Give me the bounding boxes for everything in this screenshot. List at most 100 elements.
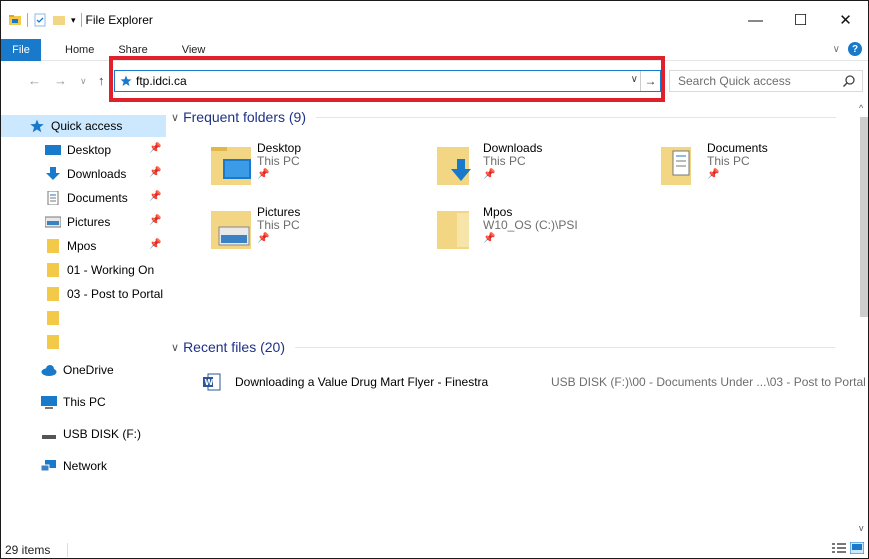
sidebar-item-label: Desktop [67, 143, 112, 157]
sidebar-item-label: Mpos [67, 239, 97, 253]
maximize-button[interactable]: ☐ [778, 1, 823, 39]
ribbon-right-controls: ∨ ? [833, 42, 862, 56]
sidebar-item-label: Quick access [51, 119, 123, 133]
folder-name: Documents [707, 141, 768, 155]
sidebar-item-quick-access[interactable]: Quick access [1, 115, 166, 137]
scroll-down-arrow-icon[interactable]: v [859, 523, 864, 533]
expand-ribbon-chevron-icon[interactable]: ∨ [833, 44, 840, 55]
sidebar-item-pictures[interactable]: Pictures 📌 [1, 211, 166, 233]
help-icon[interactable]: ? [848, 42, 862, 56]
back-arrow-icon[interactable]: ← [28, 73, 41, 88]
recent-files-header[interactable]: ∨ Recent files (20) [171, 339, 835, 355]
sidebar-item-mpos[interactable]: Mpos 📌 [1, 235, 166, 257]
folder-location: W10_OS (C:)\PSI [483, 218, 578, 232]
pin-icon[interactable]: 📌 [483, 233, 495, 244]
folder-location: This PC [707, 154, 750, 168]
folder-location: This PC [483, 154, 526, 168]
folder-name: Mpos [483, 205, 513, 219]
frequent-folders-header[interactable]: ∨ Frequent folders (9) [171, 109, 837, 125]
scroll-up-arrow-icon[interactable]: ^ [859, 103, 863, 113]
properties-icon[interactable] [33, 13, 47, 27]
sidebar-item-post-to-portal[interactable]: 03 - Post to Portal [1, 283, 166, 305]
pin-icon[interactable]: 📌 [257, 169, 269, 180]
folder-location: This PC [257, 218, 300, 232]
pictures-folder-icon [211, 211, 251, 249]
pin-icon[interactable]: 📌 [149, 191, 161, 202]
sidebar-item-network[interactable]: Network [1, 455, 166, 477]
tab-file[interactable]: File [1, 38, 41, 61]
search-input[interactable]: Search Quick access [669, 70, 863, 92]
forward-arrow-icon[interactable]: → [54, 73, 67, 88]
section-title: Frequent folders (9) [183, 109, 307, 125]
folder-tile-downloads[interactable]: Downloads This PC 📌 [435, 141, 645, 197]
download-icon [46, 167, 60, 180]
cloud-icon [41, 365, 57, 376]
tab-share[interactable]: Share [108, 44, 161, 56]
recent-locations-chevron-icon[interactable]: ∨ [80, 76, 87, 87]
vertical-scrollbar[interactable]: ^ v [858, 101, 868, 535]
customize-toolbar-dropdown-icon[interactable]: ▾ [71, 15, 76, 26]
computer-icon [41, 396, 57, 409]
pin-icon[interactable]: 📌 [257, 233, 269, 244]
pin-icon[interactable]: 📌 [707, 169, 719, 180]
divider [27, 13, 28, 27]
sidebar-item-working-on[interactable]: 01 - Working On [1, 259, 166, 281]
sidebar-item-label: Downloads [67, 167, 127, 181]
folder-location: This PC [257, 154, 300, 168]
folder-tile-mpos[interactable]: Mpos W10_OS (C:)\PSI 📌 [435, 205, 645, 261]
pin-icon[interactable]: 📌 [149, 215, 161, 226]
close-button[interactable]: ✕ [823, 1, 868, 39]
sidebar-item-label: 03 - Post to Portal [67, 287, 164, 301]
folder-name: Pictures [257, 205, 301, 219]
sidebar-item-this-pc[interactable]: This PC [1, 391, 166, 413]
new-folder-icon[interactable] [52, 13, 66, 27]
window-controls: — ☐ ✕ [733, 1, 868, 39]
network-icon [41, 460, 56, 472]
scrollbar-thumb[interactable] [860, 117, 868, 317]
content-pane: ∨ Frequent folders (9) Desktop This PC 📌… [171, 105, 866, 535]
sidebar-item-usb-disk[interactable]: USB DISK (F:) [1, 423, 166, 445]
section-title: Recent files (20) [183, 339, 285, 355]
status-bar: 29 items [1, 540, 868, 559]
tab-home[interactable]: Home [41, 44, 108, 56]
sidebar-item-unnamed-folder[interactable] [1, 331, 166, 353]
documents-folder-icon [661, 147, 691, 185]
folder-tile-desktop[interactable]: Desktop This PC 📌 [209, 141, 419, 197]
folder-icon [47, 239, 59, 253]
folder-name: Desktop [257, 141, 302, 155]
sidebar-item-unnamed-folder[interactable] [1, 307, 166, 329]
pin-icon[interactable]: 📌 [149, 239, 161, 250]
tab-view[interactable]: View [162, 44, 220, 56]
recent-file-path: USB DISK (F:)\00 - Documents Under ...\0… [551, 375, 866, 389]
sidebar-item-downloads[interactable]: Downloads 📌 [1, 163, 166, 185]
sidebar-item-label: OneDrive [63, 363, 114, 377]
folder-name: Downloads [483, 141, 543, 155]
title-bar: ▾ File Explorer — ☐ ✕ [1, 1, 868, 39]
sidebar-item-label: 01 - Working On [67, 263, 155, 277]
folder-tile-pictures[interactable]: Pictures This PC 📌 [209, 205, 419, 261]
pin-icon[interactable]: 📌 [149, 167, 161, 178]
item-count: 29 items [5, 542, 51, 557]
sidebar-item-onedrive[interactable]: OneDrive [1, 359, 166, 381]
desktop-icon [45, 145, 61, 155]
folder-icon [437, 211, 469, 249]
recent-file-row[interactable]: W Downloading a Value Drug Mart Flyer - … [203, 371, 866, 393]
up-arrow-icon[interactable]: ↑ [98, 73, 105, 88]
search-icon [842, 75, 855, 88]
minimize-button[interactable]: — [733, 1, 778, 39]
navigation-pane: Quick access Desktop 📌 Downloads 📌 Docum… [1, 105, 166, 535]
folder-tile-documents[interactable]: Documents This PC 📌 [659, 141, 869, 197]
details-view-icon[interactable] [832, 542, 846, 554]
folder-icon [47, 263, 59, 277]
pin-icon[interactable]: 📌 [149, 143, 161, 154]
large-icons-view-icon[interactable] [850, 542, 864, 554]
folder-icon [47, 335, 59, 349]
pictures-icon [45, 216, 61, 228]
quick-access-toolbar: ▾ [8, 13, 82, 27]
pin-icon[interactable]: 📌 [483, 169, 495, 180]
collapse-chevron-icon[interactable]: ∨ [171, 341, 179, 354]
collapse-chevron-icon[interactable]: ∨ [171, 111, 179, 124]
sidebar-item-label: This PC [63, 395, 106, 409]
sidebar-item-desktop[interactable]: Desktop 📌 [1, 139, 166, 161]
sidebar-item-documents[interactable]: Documents 📌 [1, 187, 166, 209]
